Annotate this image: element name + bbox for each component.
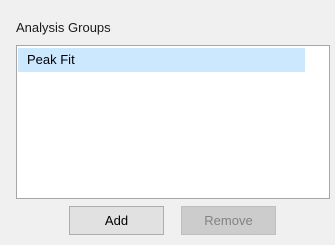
list-scrollbar[interactable] (305, 46, 329, 198)
analysis-groups-list[interactable]: Peak Fit (16, 45, 330, 199)
add-button-label: Add (104, 213, 129, 228)
add-button[interactable]: Add (69, 206, 164, 235)
remove-button[interactable]: Remove (181, 206, 276, 235)
remove-button-label: Remove (204, 213, 253, 228)
analysis-groups-title: Analysis Groups (16, 20, 111, 35)
list-item-peak-fit[interactable]: Peak Fit (18, 48, 305, 72)
list-item-label: Peak Fit (27, 52, 75, 67)
